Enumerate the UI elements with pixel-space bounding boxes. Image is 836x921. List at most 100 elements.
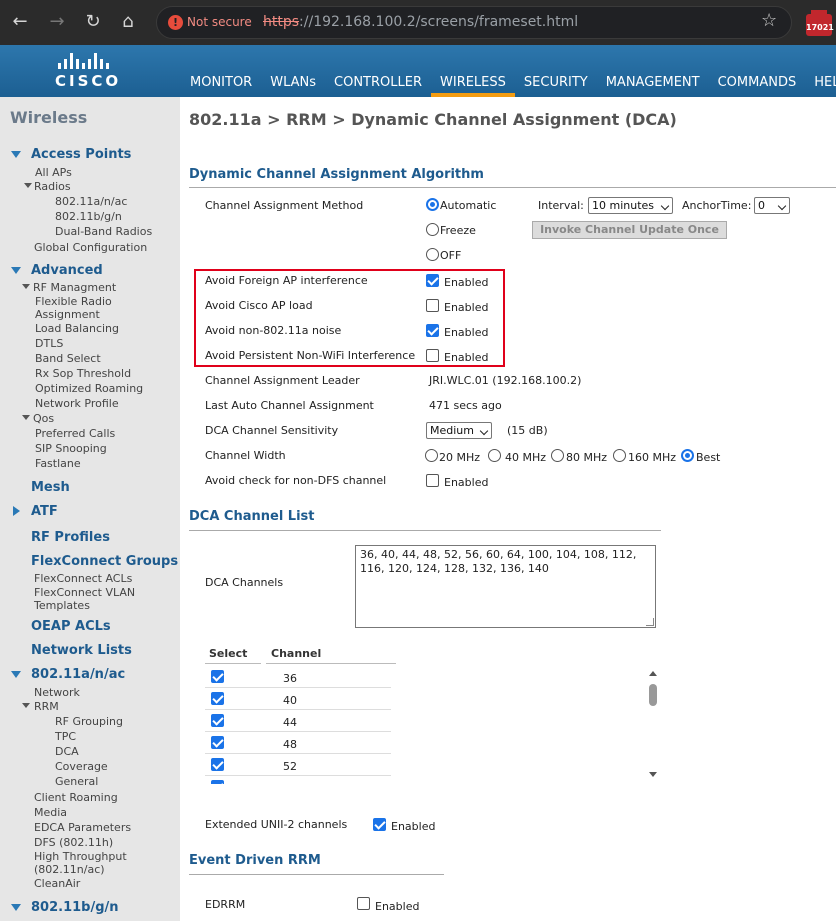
sidebar-item-flexconnect-groups[interactable]: FlexConnect Groups (31, 554, 178, 569)
expand-icon[interactable] (11, 671, 21, 678)
sidebar-item-network[interactable]: Network (34, 686, 80, 699)
width-best-radio[interactable] (681, 449, 694, 462)
sidebar-item-network-profile[interactable]: Network Profile (35, 397, 119, 410)
channel-checkbox[interactable] (211, 736, 224, 749)
edrrm-checkbox[interactable] (357, 897, 370, 910)
invoke-update-button[interactable]: Invoke Channel Update Once (532, 221, 727, 239)
expand-icon[interactable] (22, 415, 30, 420)
expand-icon[interactable] (24, 183, 32, 188)
bookmark-star-icon[interactable]: ☆ (761, 10, 777, 31)
extension-icon[interactable]: 17021 (806, 10, 834, 36)
sidebar-item-high-throughput[interactable]: High Throughput (34, 850, 127, 863)
anchor-select[interactable]: 0 (754, 197, 790, 214)
sidebar-item-radio-b[interactable]: 802.11b/g/n (55, 210, 122, 223)
sidebar-item-sip-snooping[interactable]: SIP Snooping (35, 442, 107, 455)
scrollbar-thumb[interactable] (649, 684, 657, 706)
menu-monitor[interactable]: MONITOR (181, 45, 261, 97)
sidebar-item-rf-management[interactable]: RF Managment (33, 281, 116, 294)
sidebar-item-dot11b[interactable]: 802.11b/g/n (31, 900, 119, 915)
sidebar-item-band-select[interactable]: Band Select (35, 352, 101, 365)
sidebar-item-media[interactable]: Media (34, 806, 67, 819)
sidebar-item-client-roaming[interactable]: Client Roaming (34, 791, 118, 804)
expand-icon[interactable] (22, 284, 30, 289)
back-icon[interactable]: ← (8, 10, 32, 34)
sidebar-item-flexconnect-vlan[interactable]: FlexConnect VLAN (34, 586, 135, 599)
sidebar-item-access-points[interactable]: Access Points (31, 147, 131, 162)
sidebar-item-load-balancing[interactable]: Load Balancing (35, 322, 119, 335)
forward-icon[interactable]: → (45, 10, 69, 34)
sidebar-item-flexconnect-vlan-2[interactable]: Templates (34, 599, 90, 612)
interval-select[interactable]: 10 minutes (588, 197, 673, 214)
menu-wireless[interactable]: WIRELESS (431, 45, 515, 97)
scroll-down-icon[interactable] (649, 772, 657, 777)
sidebar-item-rf-profiles[interactable]: RF Profiles (31, 530, 110, 545)
sidebar-item-dtls[interactable]: DTLS (35, 337, 63, 350)
avoid-noise-checkbox[interactable] (426, 324, 439, 337)
sidebar-item-all-aps[interactable]: All APs (35, 166, 72, 179)
sidebar-item-flexible-radio-2[interactable]: Assignment (35, 308, 100, 321)
sidebar-item-flexible-radio[interactable]: Flexible Radio (35, 295, 112, 308)
expand-icon[interactable] (11, 151, 21, 158)
sidebar-item-coverage[interactable]: Coverage (55, 760, 108, 773)
channel-checkbox[interactable] (211, 692, 224, 705)
width-160-radio[interactable] (613, 449, 626, 462)
sidebar-item-fastlane[interactable]: Fastlane (35, 457, 81, 470)
width-40-radio[interactable] (488, 449, 501, 462)
sidebar-item-dfs[interactable]: DFS (802.11h) (34, 836, 113, 849)
avoid-persistent-checkbox[interactable] (426, 349, 439, 362)
expand-icon[interactable] (11, 904, 21, 911)
sidebar-item-radio-a[interactable]: 802.11a/n/ac (55, 195, 127, 208)
method-automatic-radio[interactable] (426, 198, 439, 211)
sidebar-item-global-config[interactable]: Global Configuration (34, 241, 147, 254)
expand-icon[interactable] (22, 703, 30, 708)
extended-checkbox[interactable] (373, 818, 386, 831)
collapse-icon[interactable] (13, 506, 20, 516)
address-bar[interactable]: ! Not secure https://192.168.100.2/scree… (156, 6, 792, 39)
sidebar-item-dual-band[interactable]: Dual-Band Radios (55, 225, 152, 238)
reload-icon[interactable]: ↻ (81, 10, 105, 34)
channel-checkbox[interactable] (211, 714, 224, 727)
sidebar-item-mesh[interactable]: Mesh (31, 480, 70, 495)
method-freeze-radio[interactable] (426, 223, 439, 236)
avoid-foreign-checkbox[interactable] (426, 274, 439, 287)
sidebar-item-optimized-roaming[interactable]: Optimized Roaming (35, 382, 143, 395)
channel-checkbox[interactable] (211, 780, 224, 784)
sensitivity-select[interactable]: Medium (426, 422, 492, 439)
menu-help[interactable]: HELP (805, 45, 836, 97)
menu-management[interactable]: MANAGEMENT (597, 45, 709, 97)
menu-security[interactable]: SECURITY (515, 45, 597, 97)
dca-channels-textarea[interactable]: 36, 40, 44, 48, 52, 56, 60, 64, 100, 104… (355, 545, 656, 628)
sidebar-item-rrm[interactable]: RRM (34, 700, 59, 713)
sidebar-item-advanced[interactable]: Advanced (31, 263, 103, 278)
sidebar-item-dot11a[interactable]: 802.11a/n/ac (31, 667, 125, 682)
sidebar-item-network-lists[interactable]: Network Lists (31, 643, 132, 658)
avoid-cisco-checkbox[interactable] (426, 299, 439, 312)
expand-icon[interactable] (11, 267, 21, 274)
sidebar-item-dca[interactable]: DCA (55, 745, 79, 758)
menu-commands[interactable]: COMMANDS (709, 45, 806, 97)
sidebar-item-high-throughput-2[interactable]: (802.11n/ac) (34, 863, 105, 876)
nondfs-checkbox[interactable] (426, 474, 439, 487)
sidebar-item-general[interactable]: General (55, 775, 98, 788)
security-chip[interactable]: Not secure (187, 15, 252, 29)
menu-wlans[interactable]: WLANs (261, 45, 325, 97)
sidebar-item-preferred-calls[interactable]: Preferred Calls (35, 427, 115, 440)
sidebar-item-edca[interactable]: EDCA Parameters (34, 821, 131, 834)
sidebar-item-radios[interactable]: Radios (34, 180, 71, 193)
sidebar-item-cleanair[interactable]: CleanAir (34, 877, 80, 890)
sidebar-item-qos[interactable]: Qos (33, 412, 54, 425)
menu-controller[interactable]: CONTROLLER (325, 45, 431, 97)
width-80-radio[interactable] (551, 449, 564, 462)
sidebar-item-rx-sop[interactable]: Rx Sop Threshold (35, 367, 131, 380)
sidebar-item-rf-grouping[interactable]: RF Grouping (55, 715, 123, 728)
url-text[interactable]: https://192.168.100.2/screens/frameset.h… (263, 14, 578, 30)
scroll-up-icon[interactable] (649, 671, 657, 676)
sidebar-item-atf[interactable]: ATF (31, 504, 58, 519)
method-off-radio[interactable] (426, 248, 439, 261)
sidebar-item-oeap-acls[interactable]: OEAP ACLs (31, 619, 111, 634)
width-20-radio[interactable] (425, 449, 438, 462)
home-icon[interactable]: ⌂ (116, 10, 140, 34)
sidebar-item-tpc[interactable]: TPC (55, 730, 76, 743)
sidebar-item-flexconnect-acls[interactable]: FlexConnect ACLs (34, 572, 132, 585)
channel-checkbox[interactable] (211, 670, 224, 683)
